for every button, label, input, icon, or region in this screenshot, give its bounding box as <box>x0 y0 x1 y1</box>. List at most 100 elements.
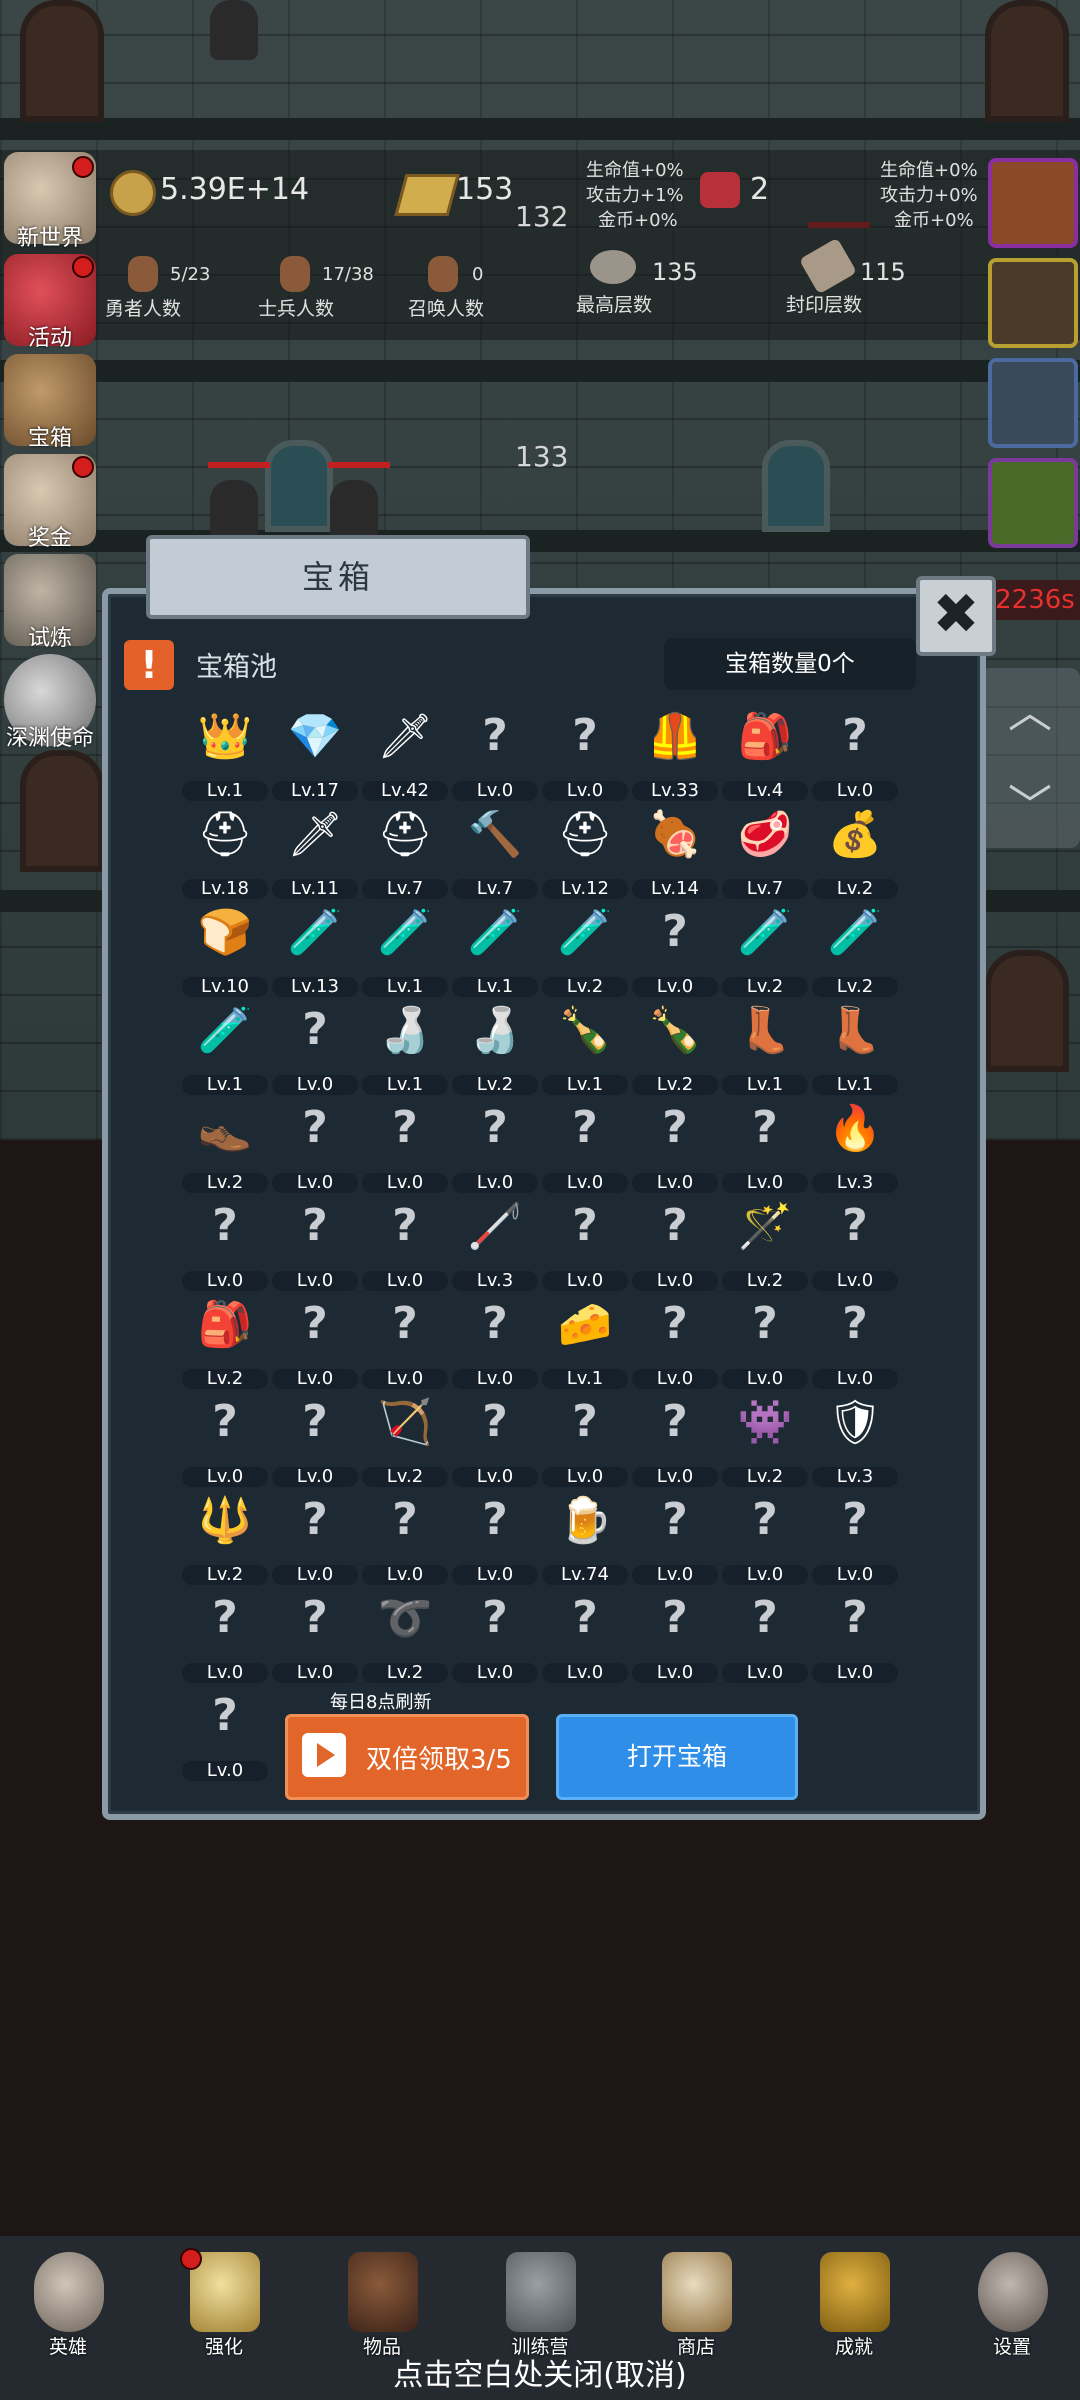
nav-training[interactable]: 训练营 <box>480 2244 600 2364</box>
item-cell[interactable]: ? Lv.0 <box>630 1291 720 1389</box>
item-cell[interactable]: ? Lv.0 <box>270 1389 360 1487</box>
item-cell[interactable]: 👢 Lv.1 <box>810 997 900 1095</box>
right-slime-button[interactable] <box>988 458 1078 548</box>
right-pumpkin-button[interactable] <box>988 158 1078 248</box>
item-cell[interactable]: ? Lv.0 <box>810 1291 900 1389</box>
right-scroll-button[interactable] <box>988 358 1078 448</box>
item-cell[interactable]: 🧪 Lv.1 <box>180 997 270 1095</box>
item-cell[interactable]: ? Lv.0 <box>180 1585 270 1683</box>
item-cell[interactable]: ? Lv.0 <box>540 1095 630 1193</box>
item-cell[interactable]: 🪄 Lv.2 <box>720 1193 810 1291</box>
item-cell[interactable]: ? Lv.0 <box>810 1193 900 1291</box>
item-cell[interactable]: ? Lv.0 <box>630 1095 720 1193</box>
item-cell[interactable]: ⛑ Lv.18 <box>180 801 270 899</box>
item-cell[interactable]: ? Lv.0 <box>450 1487 540 1585</box>
item-cell[interactable]: 🍺 Lv.74 <box>540 1487 630 1585</box>
item-cell[interactable]: 🍶 Lv.2 <box>450 997 540 1095</box>
item-cell[interactable]: 👞 Lv.2 <box>180 1095 270 1193</box>
item-cell[interactable]: ⛑ Lv.7 <box>360 801 450 899</box>
item-cell[interactable]: ? Lv.0 <box>630 1585 720 1683</box>
item-cell[interactable]: 🧀 Lv.1 <box>540 1291 630 1389</box>
open-chest-button[interactable]: 打开宝箱 <box>556 1714 798 1800</box>
item-cell[interactable]: ? Lv.0 <box>270 1193 360 1291</box>
item-cell[interactable]: ? Lv.0 <box>450 1389 540 1487</box>
nav-items[interactable]: 物品 <box>322 2244 442 2364</box>
item-cell[interactable]: ? Lv.0 <box>810 1585 900 1683</box>
item-cell[interactable]: ? Lv.0 <box>360 1193 450 1291</box>
item-cell[interactable]: 🔨 Lv.7 <box>450 801 540 899</box>
item-cell[interactable]: 🍶 Lv.1 <box>360 997 450 1095</box>
item-cell[interactable]: 👢 Lv.1 <box>720 997 810 1095</box>
item-cell[interactable]: ➰ Lv.2 <box>360 1585 450 1683</box>
item-cell[interactable]: 🧪 Lv.13 <box>270 899 360 997</box>
item-cell[interactable]: 🍖 Lv.14 <box>630 801 720 899</box>
item-cell[interactable]: ? Lv.0 <box>450 1095 540 1193</box>
item-cell[interactable]: 🎒 Lv.2 <box>180 1291 270 1389</box>
item-cell[interactable]: 💰 Lv.2 <box>810 801 900 899</box>
item-cell[interactable]: 🥩 Lv.7 <box>720 801 810 899</box>
scroll-down-icon[interactable]: ﹀ <box>1008 770 1052 834</box>
item-cell[interactable]: ? Lv.0 <box>720 1095 810 1193</box>
item-cell[interactable]: ? Lv.0 <box>270 1487 360 1585</box>
item-cell[interactable]: ? Lv.0 <box>540 1193 630 1291</box>
item-cell[interactable]: ? Lv.0 <box>270 997 360 1095</box>
item-cell[interactable]: ? Lv.0 <box>360 1095 450 1193</box>
close-icon[interactable]: ✖ <box>916 576 996 656</box>
item-cell[interactable]: 🧪 Lv.2 <box>810 899 900 997</box>
scroll-up-icon[interactable]: ︿ <box>1008 676 1052 740</box>
item-cell[interactable]: 🦺 Lv.33 <box>630 703 720 801</box>
item-cell[interactable]: 🗡 Lv.42 <box>360 703 450 801</box>
item-cell[interactable]: 💎 Lv.17 <box>270 703 360 801</box>
item-cell[interactable]: 🍾 Lv.2 <box>630 997 720 1095</box>
item-cell[interactable]: ? Lv.0 <box>270 1095 360 1193</box>
item-cell[interactable]: 🧪 Lv.1 <box>360 899 450 997</box>
item-level: Lv.0 <box>362 1369 448 1389</box>
item-cell[interactable]: ? Lv.0 <box>720 1487 810 1585</box>
item-cell[interactable]: 🦯 Lv.3 <box>450 1193 540 1291</box>
item-cell[interactable]: 👑 Lv.1 <box>180 703 270 801</box>
item-cell[interactable]: ? Lv.0 <box>810 703 900 801</box>
item-cell[interactable]: ? Lv.0 <box>540 1585 630 1683</box>
nav-heroes[interactable]: 英雄 <box>8 2244 128 2364</box>
nav-shop[interactable]: 商店 <box>636 2244 756 2364</box>
item-cell[interactable]: ? Lv.0 <box>450 703 540 801</box>
double-claim-button[interactable]: 双倍领取3/5 <box>285 1714 529 1800</box>
item-cell[interactable]: 🔥 Lv.3 <box>810 1095 900 1193</box>
nav-upgrade[interactable]: 强化 <box>164 2244 284 2364</box>
item-cell[interactable]: 🧪 Lv.2 <box>540 899 630 997</box>
item-cell[interactable]: ? Lv.0 <box>630 1389 720 1487</box>
item-cell[interactable]: ? Lv.0 <box>180 1389 270 1487</box>
iron-helmet-icon: ⛑ <box>377 809 433 860</box>
item-cell[interactable]: ? Lv.0 <box>630 1487 720 1585</box>
item-cell[interactable]: ? Lv.0 <box>270 1291 360 1389</box>
item-cell[interactable]: 🍾 Lv.1 <box>540 997 630 1095</box>
item-cell[interactable]: ? Lv.0 <box>180 1193 270 1291</box>
item-cell[interactable]: ? Lv.0 <box>540 703 630 801</box>
item-cell[interactable]: 🗡 Lv.11 <box>270 801 360 899</box>
item-cell[interactable]: ? Lv.0 <box>720 1585 810 1683</box>
item-level: Lv.0 <box>272 1173 358 1193</box>
item-cell[interactable]: ? Lv.0 <box>630 899 720 997</box>
nav-settings[interactable]: 设置 <box>952 2244 1072 2364</box>
item-cell[interactable]: 🏹 Lv.2 <box>360 1389 450 1487</box>
item-cell[interactable]: ? Lv.0 <box>360 1291 450 1389</box>
item-cell[interactable]: ? Lv.0 <box>360 1487 450 1585</box>
item-cell[interactable]: ? Lv.0 <box>450 1585 540 1683</box>
item-cell[interactable]: 🎒 Lv.4 <box>720 703 810 801</box>
item-cell[interactable]: ? Lv.0 <box>810 1487 900 1585</box>
right-candle-button[interactable] <box>988 258 1078 348</box>
item-cell[interactable]: ? Lv.0 <box>270 1585 360 1683</box>
item-cell[interactable]: 🔱 Lv.2 <box>180 1487 270 1585</box>
item-cell[interactable]: ? Lv.0 <box>720 1291 810 1389</box>
nav-achievements[interactable]: 成就 <box>794 2244 914 2364</box>
item-cell[interactable]: ? Lv.0 <box>450 1291 540 1389</box>
item-cell[interactable]: 🧪 Lv.1 <box>450 899 540 997</box>
item-cell[interactable]: ⛑ Lv.12 <box>540 801 630 899</box>
item-cell[interactable]: 👾 Lv.2 <box>720 1389 810 1487</box>
item-cell[interactable]: 🧪 Lv.2 <box>720 899 810 997</box>
item-cell[interactable]: ? Lv.0 <box>540 1389 630 1487</box>
item-cell[interactable]: 🍞 Lv.10 <box>180 899 270 997</box>
item-cell[interactable]: ? Lv.0 <box>180 1683 270 1781</box>
item-cell[interactable]: ? Lv.0 <box>630 1193 720 1291</box>
item-cell[interactable]: 🛡 Lv.3 <box>810 1389 900 1487</box>
